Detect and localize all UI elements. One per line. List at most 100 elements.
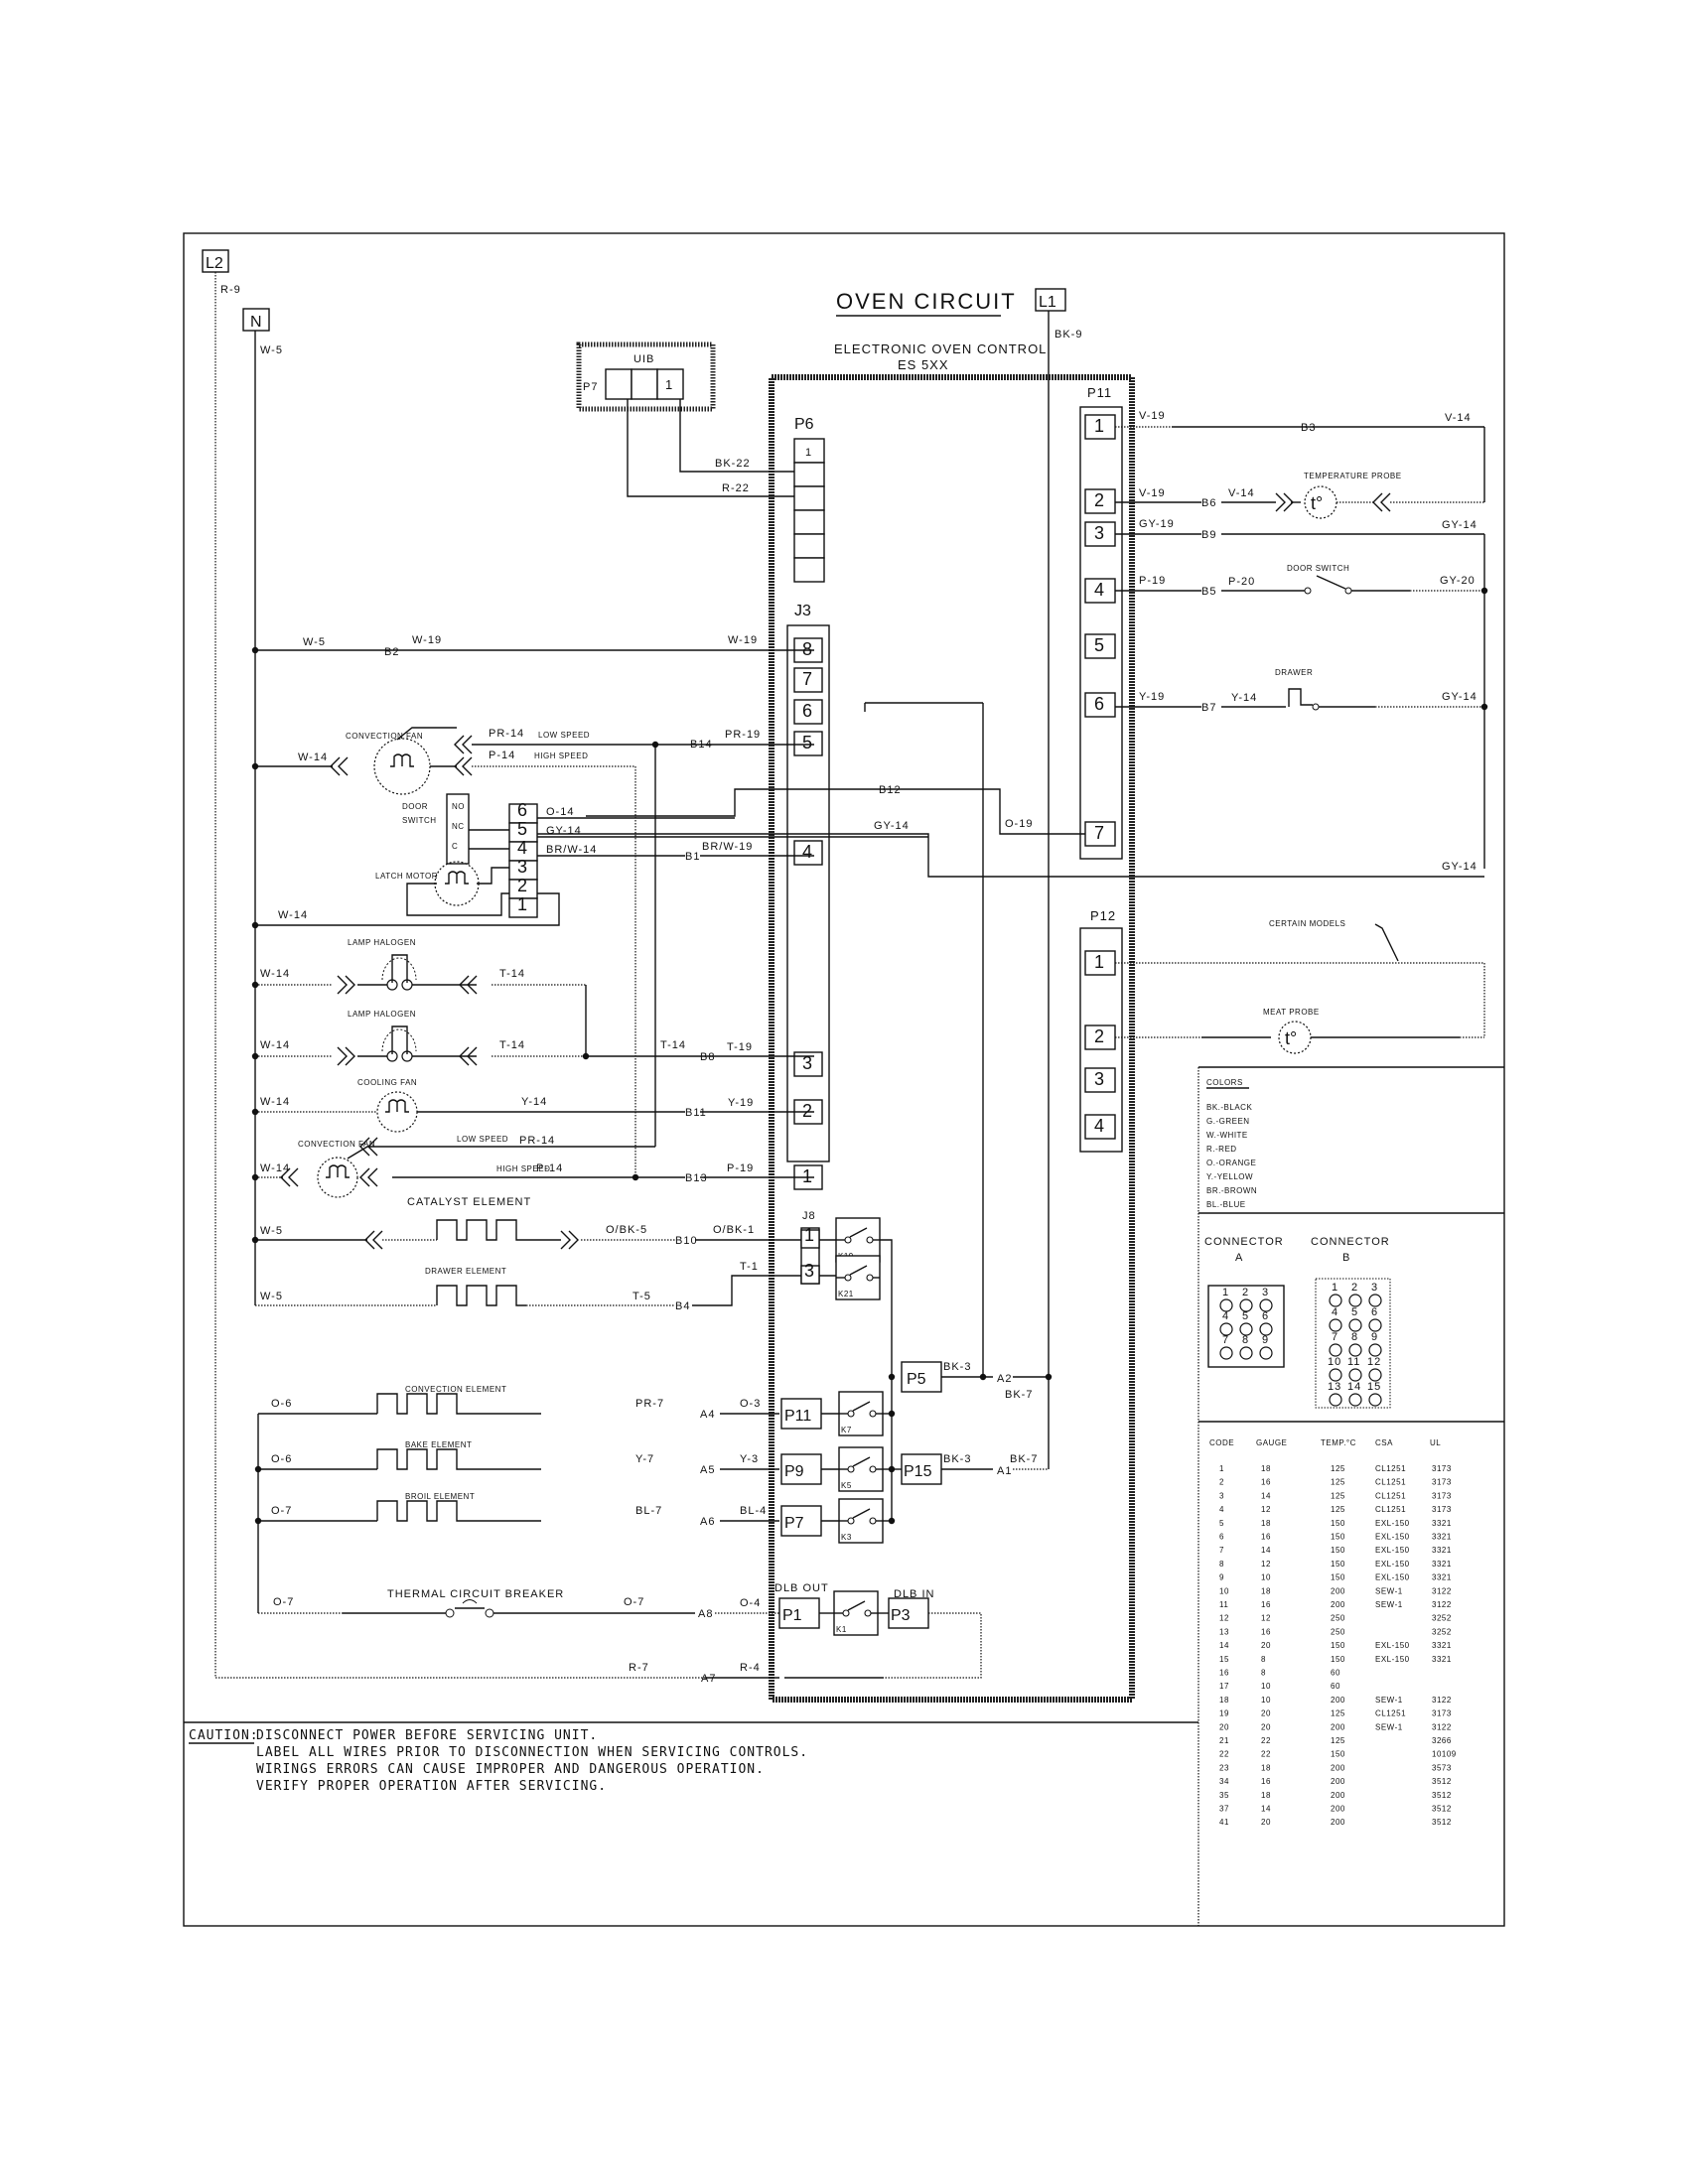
connector-b-pin-icon [1329,1343,1342,1357]
gauge-table-cell: 21 [1219,1736,1229,1745]
pin-label: 4 [1094,580,1104,600]
connector-chevron-icon [560,1230,571,1250]
gauge-table-cell: EXL-150 [1375,1655,1410,1664]
gauge-table-cell: 18 [1261,1464,1271,1473]
motor-winding-icon [326,1164,350,1178]
gauge-table-cell: 125 [1331,1736,1345,1745]
latch-motor-label: LATCH MOTOR [375,872,438,881]
gauge-table-cell: 6 [1219,1533,1224,1542]
l1-wire-label: BK-9 [1055,329,1082,341]
gauge-table-cell: 3512 [1432,1805,1452,1814]
convection-fan-label: CONVECTION FAN [346,732,423,741]
wire-label: Y-3 [740,1453,759,1465]
relay-connector-label: P9 [784,1463,804,1480]
p12-label: P12 [1090,908,1116,923]
gauge-table-cell: 60 [1331,1669,1340,1678]
gauge-table-cell: EXL-150 [1375,1641,1410,1650]
dlb-out-label: DLB OUT [774,1582,829,1594]
breaker-contact-icon [445,1608,455,1618]
connector-b-pin-label: 14 [1347,1381,1361,1393]
j3-label: J3 [794,603,811,619]
wire-label: W-14 [260,1039,290,1051]
gauge-table-cell: CL1251 [1375,1464,1406,1473]
pin-label: 3 [1094,523,1104,543]
pin-label: 1 [1094,416,1104,436]
wire-label: Y-19 [1139,691,1165,703]
connector-a-pin-label: 1 [1222,1287,1229,1298]
wire-label: GY-14 [1442,861,1477,873]
gauge-table-cell: EXL-150 [1375,1573,1410,1582]
gauge-table-cell: 125 [1331,1505,1345,1514]
gauge-table-cell: 14 [1261,1546,1271,1555]
junction-node [251,1052,259,1060]
wire-label: O-6 [271,1398,292,1410]
gauge-table-cell: 20 [1261,1641,1271,1650]
splice-label: B9 [1201,529,1216,541]
gauge-table-cell: 3 [1219,1491,1224,1500]
wire-label: W-5 [303,636,326,648]
wire-label: V-14 [1445,412,1472,424]
gauge-table-cell: 3173 [1432,1478,1452,1487]
junction-node [254,1465,262,1473]
pin-label: 7 [802,669,812,689]
splice-label: A6 [700,1516,715,1528]
wire-label: Y-14 [1231,692,1257,704]
gauge-table-cell: 150 [1331,1641,1345,1650]
junction-node [251,762,259,770]
l1-label: L1 [1039,294,1056,311]
element-label: BAKE ELEMENT [405,1440,472,1449]
connector-b-pin-icon [1329,1294,1342,1307]
color-legend-item: BK.-BLACK [1206,1103,1252,1112]
gauge-table-cell: 3321 [1432,1573,1452,1582]
gauge-table-cell: EXL-150 [1375,1560,1410,1569]
gauge-table-cell: 3321 [1432,1560,1452,1569]
connector-a-pin-label: 8 [1242,1334,1249,1346]
diagram-title: OVEN CIRCUIT [836,289,1017,314]
gauge-table-cell: 35 [1219,1791,1229,1800]
gauge-table-cell: 3173 [1432,1491,1452,1500]
gauge-table-cell: 150 [1331,1655,1345,1664]
pin-label: 4 [1094,1116,1104,1136]
wire-label: GY-14 [546,825,582,837]
gauge-table-cell: 200 [1331,1777,1345,1786]
gauge-table-cell: 22 [1261,1750,1271,1759]
splice-label: B4 [675,1300,690,1312]
caution-line: DISCONNECT POWER BEFORE SERVICING UNIT. [256,1728,598,1743]
caution-line: WIRINGS ERRORS CAN CAUSE IMPROPER AND DA… [256,1762,765,1777]
gauge-table-cell: 5 [1219,1519,1224,1528]
lamp-halogen-label: LAMP HALOGEN [348,938,416,947]
wire-label: PR-14 [519,1135,555,1147]
gauge-table-header: CSA [1375,1438,1393,1447]
gauge-table-cell: 18 [1261,1763,1271,1772]
relay-contact-icon [866,1236,874,1244]
gauge-table-cell: CL1251 [1375,1709,1406,1718]
wire-label: R-4 [740,1662,761,1674]
relay-contact-icon [869,1465,877,1473]
motor-winding-icon [390,753,414,767]
certain-models-note: CERTAIN MODELS [1269,919,1345,928]
wire-label: GY-20 [1440,575,1476,587]
breaker-contact-icon [485,1608,494,1618]
gauge-table-cell: 3321 [1432,1533,1452,1542]
gauge-table-cell: 125 [1331,1491,1345,1500]
connector-a-pin-label: 7 [1222,1334,1229,1346]
gauge-table-cell: 3173 [1432,1464,1452,1473]
catalyst-element-icon [436,1219,526,1241]
pin-label: 7 [1094,823,1104,843]
connector-b-pin-label: 4 [1332,1306,1338,1318]
wire-label: W-14 [260,968,290,980]
caution-line: VERIFY PROPER OPERATION AFTER SERVICING. [256,1779,607,1794]
wire-label: O-3 [740,1398,761,1410]
gauge-table-cell: 19 [1219,1709,1229,1718]
pin-label: 6 [802,701,812,721]
wire-label: Y-7 [635,1453,654,1465]
splice-label: B11 [685,1107,707,1119]
p6-pin-label: 1 [805,447,812,459]
door-switch-label: SWITCH [402,816,437,825]
gauge-table-cell: 37 [1219,1805,1229,1814]
connector-b-pin-icon [1329,1368,1342,1382]
gauge-table-cell: 18 [1261,1519,1271,1528]
gauge-table-cell: 3252 [1432,1614,1452,1623]
gauge-table-cell: 125 [1331,1478,1345,1487]
splice-label: B7 [1201,702,1216,714]
